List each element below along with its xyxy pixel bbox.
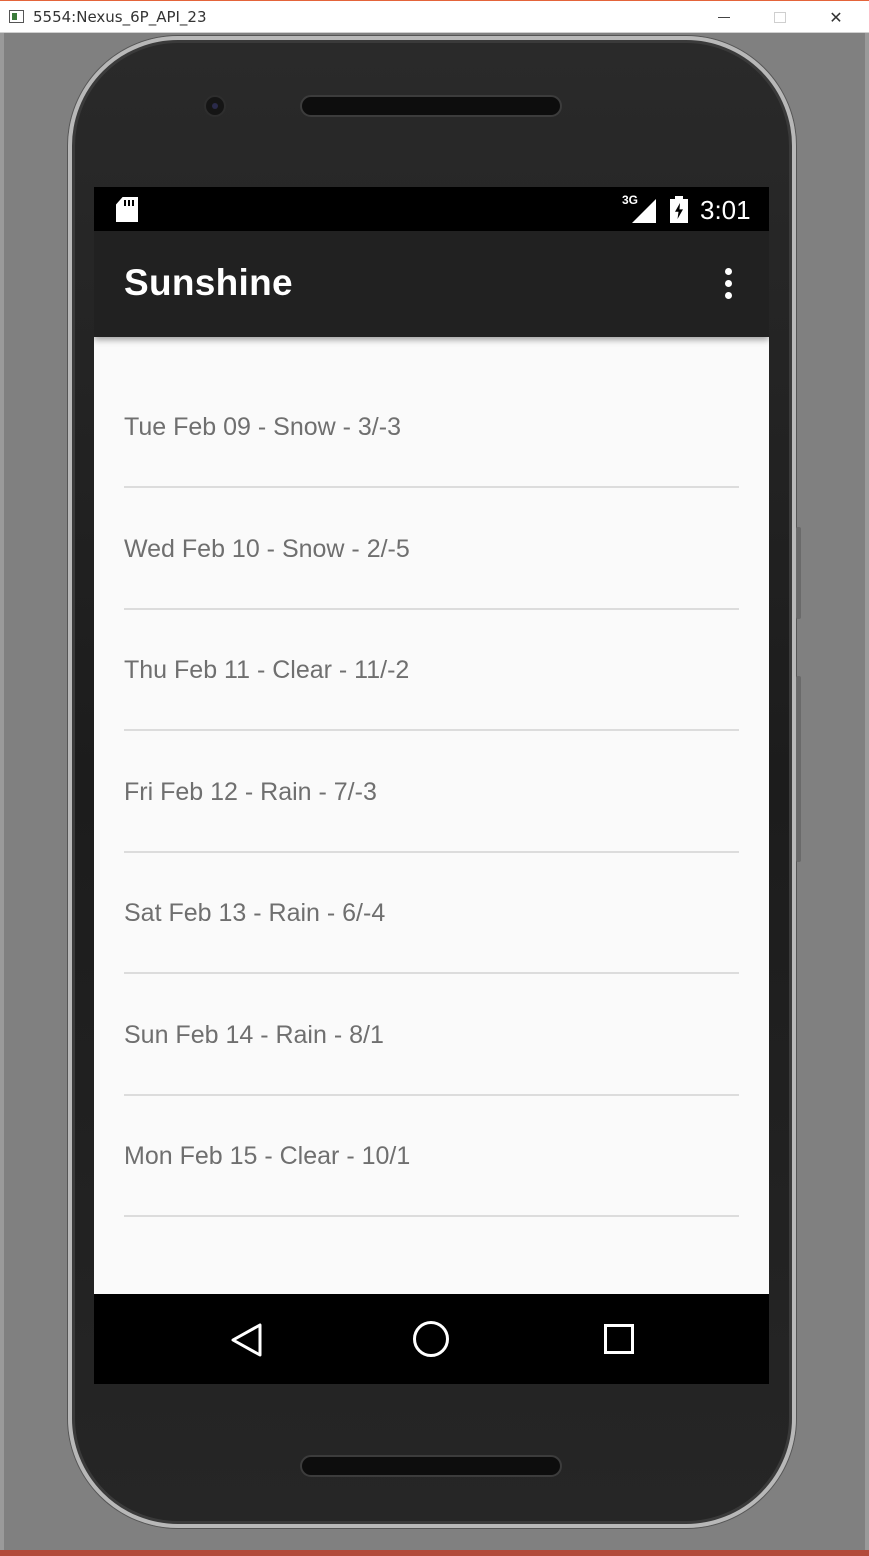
status-bar: 3G 3:01	[94, 187, 769, 231]
navigation-bar	[94, 1294, 769, 1384]
list-item[interactable]: Sun Feb 14 - Rain - 8/1	[124, 974, 739, 1096]
emulator-app-icon	[9, 10, 24, 23]
left-window-strip	[0, 33, 4, 1556]
window-minimize-button[interactable]	[696, 1, 752, 33]
forecast-text: Wed Feb 10 - Snow - 2/-5	[124, 534, 410, 563]
list-item[interactable]: Mon Feb 15 - Clear - 10/1	[124, 1096, 739, 1217]
window-title: 5554:Nexus_6P_API_23	[33, 8, 207, 26]
overflow-menu-icon	[724, 291, 732, 299]
list-item[interactable]: Thu Feb 11 - Clear - 11/-2	[124, 610, 739, 731]
recent-apps-icon[interactable]	[604, 1324, 634, 1354]
window-titlebar: 5554:Nexus_6P_API_23 ✕	[0, 0, 869, 33]
list-item[interactable]: Sat Feb 13 - Rain - 6/-4	[124, 853, 739, 974]
overflow-menu-icon	[724, 267, 732, 275]
home-icon[interactable]	[413, 1321, 449, 1357]
maximize-icon	[774, 11, 786, 23]
taskbar-edge	[0, 1550, 869, 1556]
forecast-text: Mon Feb 15 - Clear - 10/1	[124, 1142, 411, 1170]
battery-charging-icon	[670, 196, 688, 223]
volume-rocker[interactable]	[796, 676, 801, 862]
power-button[interactable]	[796, 527, 801, 619]
device-screen: 3G 3:01 Sunshine Tue Feb 09 - Snow - 3/-…	[94, 187, 769, 1384]
network-type-label: 3G	[622, 193, 639, 207]
window-close-button[interactable]: ✕	[808, 1, 864, 33]
right-window-strip	[865, 33, 869, 1556]
forecast-text: Fri Feb 12 - Rain - 7/-3	[124, 777, 377, 806]
window-maximize-button[interactable]	[752, 1, 808, 33]
forecast-text: Sun Feb 14 - Rain - 8/1	[124, 1020, 384, 1049]
list-item[interactable]: Tue Feb 09 - Snow - 3/-3	[124, 337, 739, 488]
minimize-icon	[718, 16, 730, 18]
forecast-text: Tue Feb 09 - Snow - 3/-3	[124, 413, 401, 441]
overflow-menu-icon	[724, 279, 732, 287]
sd-card-icon	[116, 197, 138, 222]
front-camera	[204, 95, 226, 117]
list-item[interactable]: Fri Feb 12 - Rain - 7/-3	[124, 731, 739, 853]
cell-signal-icon: 3G	[622, 193, 656, 225]
forecast-text: Thu Feb 11 - Clear - 11/-2	[124, 656, 410, 684]
status-clock: 3:01	[700, 195, 751, 225]
close-icon: ✕	[829, 7, 843, 27]
overflow-menu-button[interactable]	[714, 261, 742, 305]
forecast-list: Tue Feb 09 - Snow - 3/-3 Wed Feb 10 - Sn…	[124, 337, 739, 1217]
app-title: Sunshine	[124, 262, 293, 303]
list-item[interactable]: Wed Feb 10 - Snow - 2/-5	[124, 488, 739, 610]
back-icon[interactable]	[229, 1322, 263, 1358]
forecast-text: Sat Feb 13 - Rain - 6/-4	[124, 899, 386, 927]
bottom-speaker-grille	[300, 1455, 562, 1477]
top-speaker-grille	[300, 95, 562, 117]
app-toolbar: Sunshine	[94, 231, 769, 337]
